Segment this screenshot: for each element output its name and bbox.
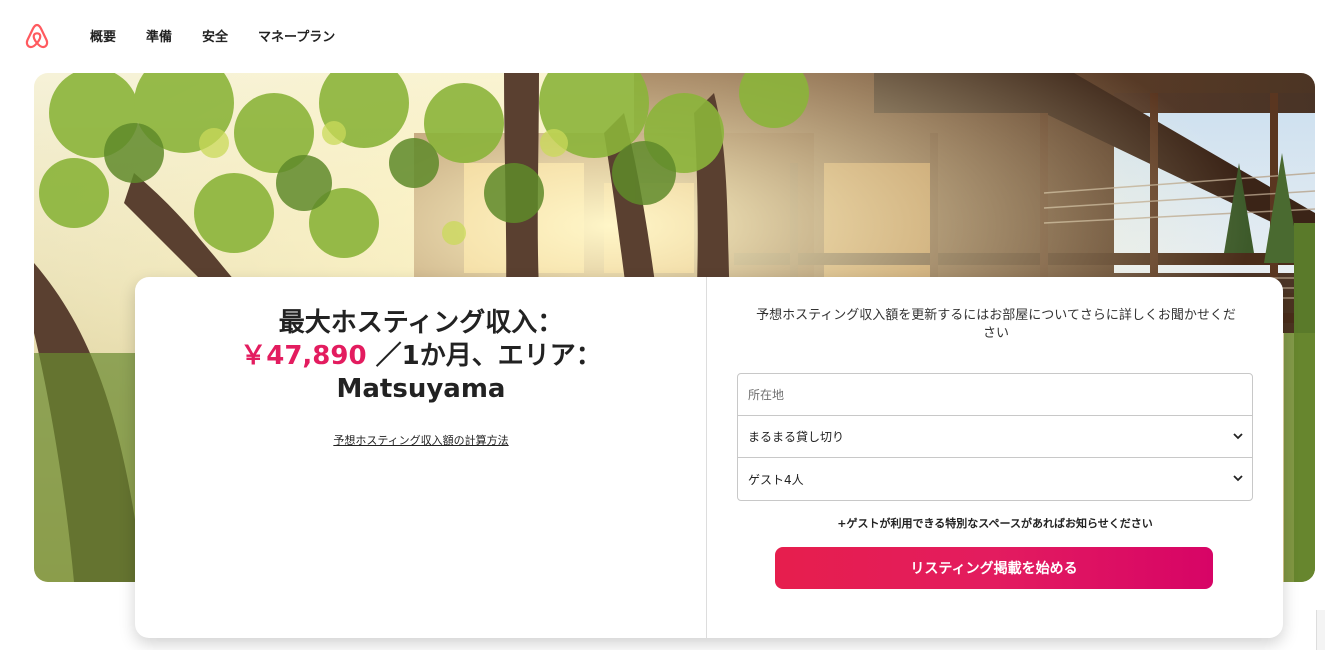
recaptcha-badge[interactable] (1316, 610, 1325, 650)
earnings-amount: ￥47,890 (240, 341, 367, 371)
room-type-value: まるまる貸し切り (748, 430, 845, 444)
earnings-card: 最大ホスティング収入： ￥47,890 ／1か月、エリア： Matsuyama … (135, 277, 1283, 638)
special-space-hint[interactable]: +ゲストが利用できる特別なスペースがあればお知らせください (737, 515, 1253, 531)
estimate-form-panel: 予想ホスティング収入額を更新するにはお部屋についてさらに詳しくお聞かせください … (707, 277, 1283, 638)
top-navigation: 概要 準備 安全 マネープラン (0, 0, 1325, 72)
guests-select[interactable]: ゲスト4人 (738, 458, 1252, 500)
headline-line1: 最大ホスティング収入： (278, 308, 564, 338)
estimate-form: 所在地 まるまる貸し切り ゲスト4人 (737, 373, 1253, 501)
form-prompt: 予想ホスティング収入額を更新するにはお部屋についてさらに詳しくお聞かせください (756, 308, 1236, 341)
airbnb-logo-icon[interactable] (24, 22, 50, 50)
guests-value: ゲスト4人 (748, 472, 804, 487)
location-input[interactable]: 所在地 (738, 374, 1252, 416)
area-name: Matsuyama (336, 374, 506, 404)
nav-links: 概要 準備 安全 マネープラン (90, 26, 365, 45)
earnings-headline: 最大ホスティング収入： ￥47,890 ／1か月、エリア： Matsuyama (135, 307, 707, 406)
nav-link-overview[interactable]: 概要 (90, 26, 116, 45)
room-type-select[interactable]: まるまる貸し切り (738, 416, 1252, 458)
calculation-method-link[interactable]: 予想ホスティング収入額の計算方法 (135, 432, 707, 448)
chevron-down-icon (1233, 475, 1243, 482)
headline-line2-rest: ／1か月、エリア： (375, 341, 602, 371)
start-listing-button[interactable]: リスティング掲載を始める (775, 547, 1213, 589)
earnings-estimate-panel: 最大ホスティング収入： ￥47,890 ／1か月、エリア： Matsuyama … (135, 277, 707, 638)
nav-link-money-plan[interactable]: マネープラン (258, 26, 335, 45)
nav-link-preparation[interactable]: 準備 (146, 26, 172, 45)
chevron-down-icon (1233, 433, 1243, 440)
nav-link-safety[interactable]: 安全 (202, 26, 228, 45)
headline-line2: ￥47,890 ／1か月、エリア： (135, 340, 707, 373)
